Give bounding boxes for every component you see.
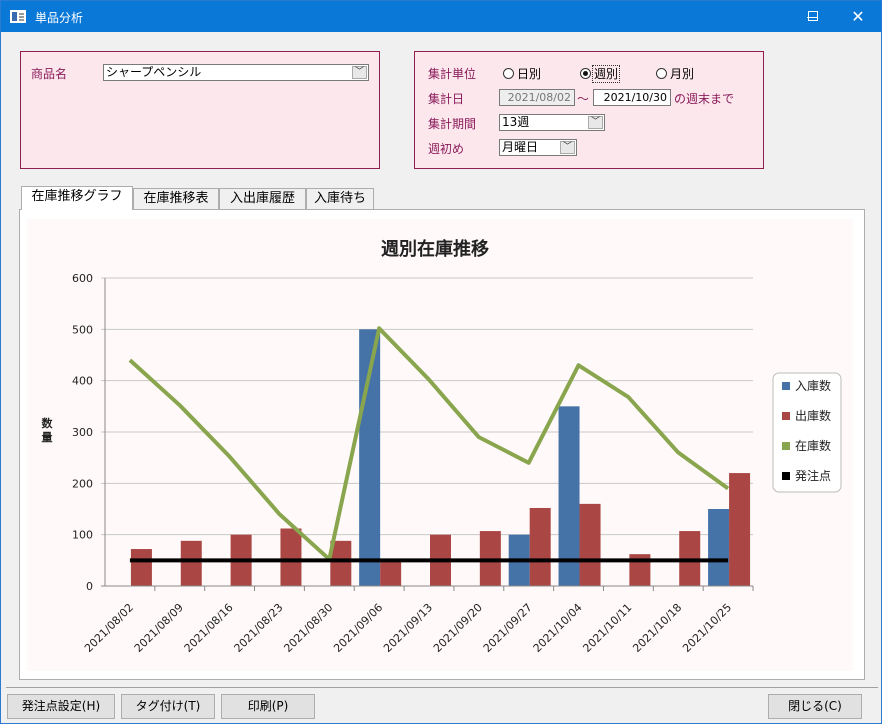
product-combobox-value: シャープペンシル xyxy=(106,65,202,79)
legend-label: 発注点 xyxy=(795,468,831,483)
bar-outbound xyxy=(280,528,302,586)
window-title: 単品分析 xyxy=(35,11,84,25)
date-from-field[interactable]: 2021/08/02 xyxy=(499,89,575,106)
chevron-down-icon[interactable]: ﹀ xyxy=(352,66,367,79)
y-tick-label: 500 xyxy=(72,323,93,336)
legend-swatch xyxy=(782,442,790,450)
x-tick-label: 2021/09/20 xyxy=(431,601,485,655)
period-combobox[interactable]: 13週 ﹀ xyxy=(499,114,605,131)
radio-daily-label: 日別 xyxy=(517,67,542,81)
y-axis-label-char: 数 xyxy=(42,416,54,430)
tag-button[interactable]: タグ付け(T) xyxy=(121,694,215,719)
radio-monthly-circle[interactable] xyxy=(656,68,667,79)
radio-weekly-circle[interactable] xyxy=(580,68,591,79)
y-tick-label: 0 xyxy=(86,580,93,593)
legend-swatch xyxy=(782,382,790,390)
x-tick-label: 2021/09/06 xyxy=(331,601,385,655)
radio-weekly[interactable]: 週別 xyxy=(580,65,621,83)
product-label: 商品名 xyxy=(31,67,68,81)
y-axis-label-char: 量 xyxy=(42,431,53,444)
x-tick-label: 2021/10/18 xyxy=(630,601,684,655)
x-tick-label: 2021/08/09 xyxy=(132,601,186,655)
y-tick-label: 600 xyxy=(72,272,93,285)
legend-label: 出庫数 xyxy=(795,408,831,423)
app-icon xyxy=(10,10,26,23)
y-tick-label: 400 xyxy=(72,375,93,388)
legend-label: 在庫数 xyxy=(795,438,831,453)
period-combobox-value: 13週 xyxy=(502,115,530,129)
stock-chart: 週別在庫推移0100200300400500600数量2021/08/02202… xyxy=(42,238,842,655)
weekstart-combobox-value: 月曜日 xyxy=(502,140,539,154)
maximize-button[interactable] xyxy=(790,1,836,32)
weekstart-combobox[interactable]: 月曜日 ﹀ xyxy=(499,139,577,156)
tab-io-history[interactable]: 入出庫履歴 xyxy=(219,188,306,210)
tab-awaiting-inbound[interactable]: 入庫待ち xyxy=(306,188,374,210)
bar-outbound xyxy=(579,503,601,586)
bar-outbound xyxy=(180,540,202,586)
date-to-field[interactable]: 2021/10/30 xyxy=(593,89,671,106)
radio-monthly[interactable]: 月別 xyxy=(656,65,694,82)
product-combobox[interactable]: シャープペンシル ﹀ xyxy=(103,64,369,81)
radio-weekly-label: 週別 xyxy=(591,65,621,83)
date-tilde: ～ xyxy=(577,92,590,106)
x-tick-label: 2021/10/11 xyxy=(580,601,634,655)
date-suffix: の週末まで xyxy=(674,92,735,106)
bar-outbound xyxy=(529,507,551,586)
agg-period-label: 集計期間 xyxy=(428,117,477,131)
x-tick-label: 2021/08/23 xyxy=(232,601,286,655)
radio-monthly-label: 月別 xyxy=(670,67,695,81)
x-tick-label: 2021/10/04 xyxy=(531,601,585,655)
legend-swatch xyxy=(782,412,790,420)
chevron-down-icon[interactable]: ﹀ xyxy=(560,141,575,154)
bar-outbound xyxy=(380,560,402,586)
chart-area: 週別在庫推移 0 100 200 300 400 500 600 数量 2021/08/02 202… xyxy=(27,219,853,671)
radio-daily[interactable]: 日別 xyxy=(503,65,541,82)
x-tick-label: 2021/10/25 xyxy=(680,601,734,655)
x-tick-label: 2021/09/13 xyxy=(381,601,435,655)
product-panel: 商品名 シャープペンシル ﹀ xyxy=(20,51,380,169)
line-stock xyxy=(128,326,730,562)
x-tick-label: 2021/08/16 xyxy=(182,601,236,655)
legend-label: 入庫数 xyxy=(795,378,831,393)
aggregation-panel: 集計単位 日別 週別 月別 集計日 2021/08/02 ～ 2021/10/3… xyxy=(414,51,764,169)
chevron-down-icon[interactable]: ﹀ xyxy=(588,116,603,129)
agg-date-label: 集計日 xyxy=(428,92,465,106)
bar-outbound xyxy=(729,473,751,586)
bar-inbound xyxy=(708,509,730,586)
legend-swatch xyxy=(782,472,790,480)
app-window: 単品分析 ✕ 商品名 シャープペンシル ﹀ 集計単位 日別 週別 月別 集計日 … xyxy=(0,0,882,724)
footer-divider xyxy=(6,687,878,688)
x-tick-label: 2021/08/30 xyxy=(281,601,335,655)
agg-unit-label: 集計単位 xyxy=(428,67,477,81)
tab-stock-graph[interactable]: 在庫推移グラフ xyxy=(21,186,133,210)
reorder-point-button[interactable]: 発注点設定(H) xyxy=(7,694,115,719)
close-window-button[interactable]: ✕ xyxy=(835,1,881,32)
bar-outbound xyxy=(130,549,152,586)
y-tick-label: 100 xyxy=(72,529,93,542)
y-tick-label: 300 xyxy=(72,426,93,439)
radio-daily-circle[interactable] xyxy=(503,68,514,79)
print-button[interactable]: 印刷(P) xyxy=(221,694,315,719)
agg-weekstart-label: 週初め xyxy=(428,142,465,156)
title-bar: 単品分析 ✕ xyxy=(1,1,881,32)
x-tick-label: 2021/08/02 xyxy=(82,601,136,655)
chart-title: 週別在庫推移 xyxy=(381,238,489,260)
tab-stock-table[interactable]: 在庫推移表 xyxy=(133,188,219,210)
y-tick-label: 200 xyxy=(72,477,93,490)
close-button[interactable]: 閉じる(C) xyxy=(768,694,862,719)
x-tick-label: 2021/09/27 xyxy=(481,601,535,655)
